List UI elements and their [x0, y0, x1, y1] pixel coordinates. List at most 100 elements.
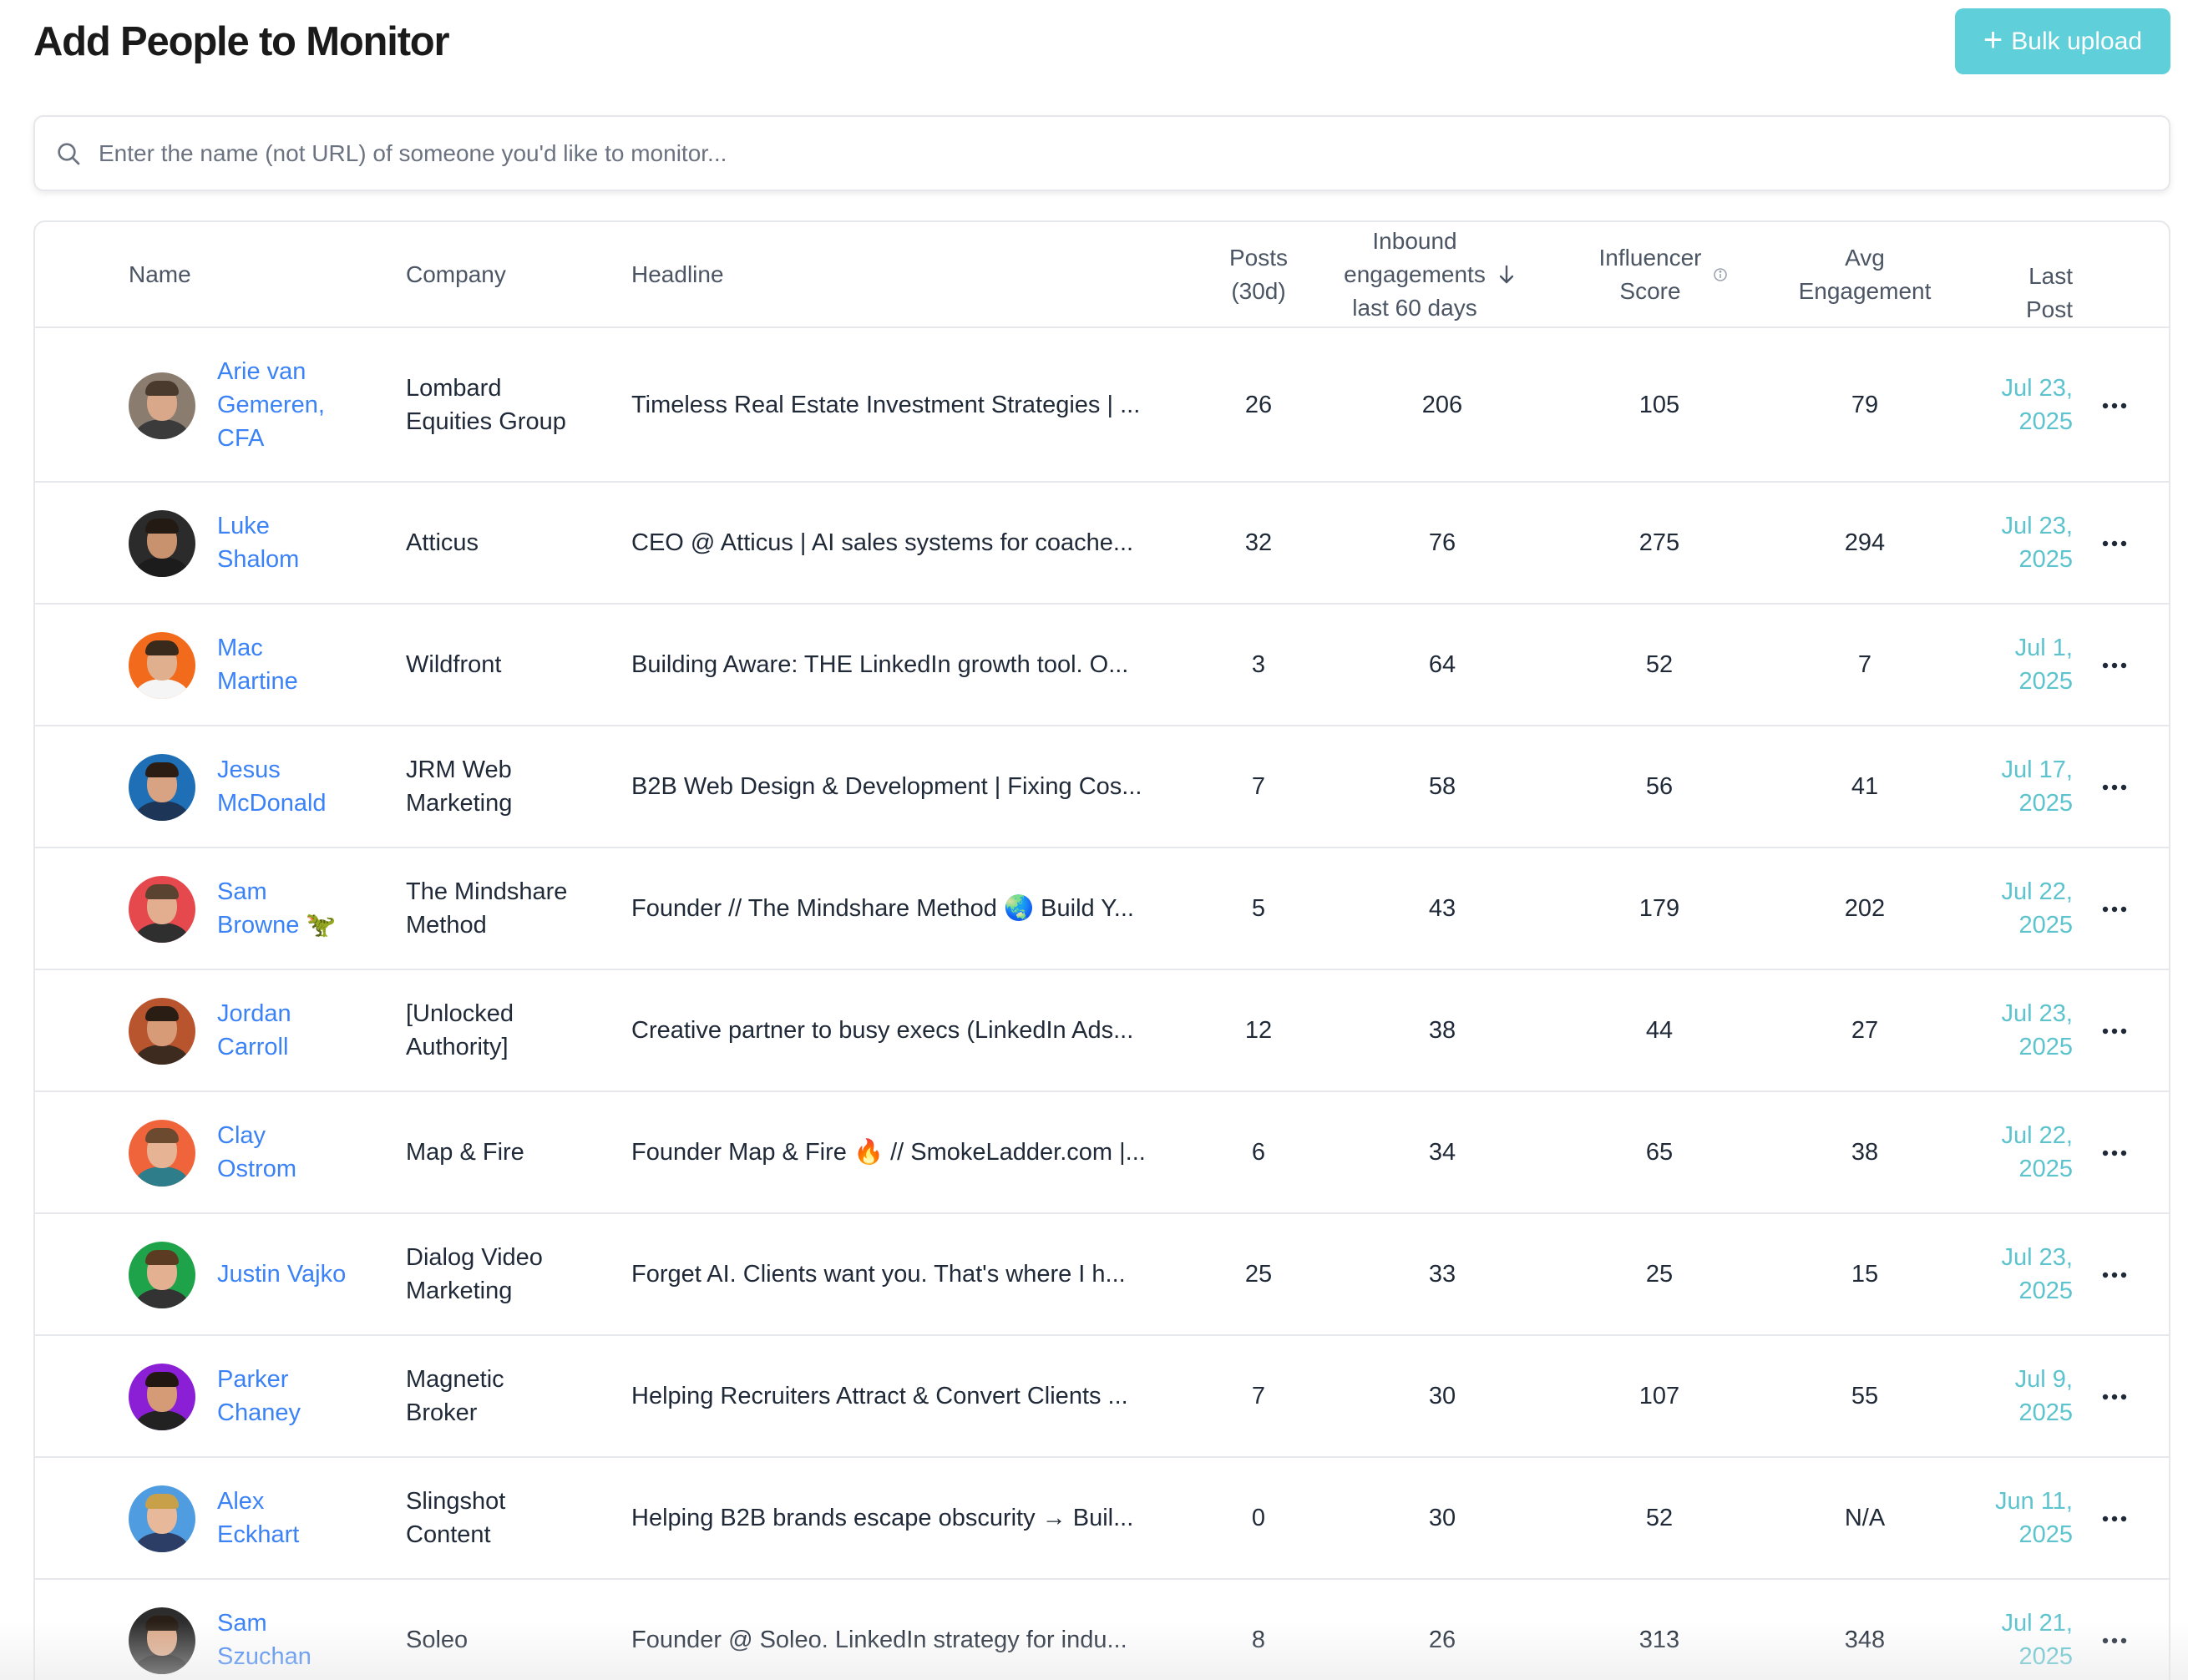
last-post-date-line[interactable]: 2025 [2002, 1030, 2073, 1064]
column-header-inbound[interactable]: Inbound engagements last 60 days [1304, 222, 1555, 326]
person-name-line[interactable]: Chaney [217, 1396, 301, 1430]
last-post-date-line[interactable]: 2025 [2002, 787, 2073, 820]
last-post-date-line[interactable]: 2025 [2002, 1152, 2073, 1186]
last-post-date-line[interactable]: Jul 23, [2002, 372, 2073, 405]
table-row[interactable]: Alex Eckhart Slingshot Content Helping B2B b… [35, 1458, 2169, 1580]
last-post-date-line[interactable]: 2025 [2002, 405, 2073, 438]
last-post-date-line[interactable]: Jul 9, [2015, 1363, 2073, 1396]
last-post-date-link[interactable]: Jul 22, 2025 [1956, 848, 2073, 969]
avatar[interactable] [129, 876, 195, 943]
person-name-link[interactable]: Sam Szuchan [217, 1580, 384, 1680]
last-post-date-line[interactable]: 2025 [2002, 543, 2073, 576]
last-post-date-link[interactable]: Jul 23, 2025 [1956, 1214, 2073, 1334]
column-header-influencer[interactable]: Influencer Score [1555, 222, 1772, 326]
person-name-line[interactable]: Alex [217, 1485, 299, 1518]
person-name-line[interactable]: Carroll [217, 1030, 291, 1064]
person-name-line[interactable]: Eckhart [217, 1518, 299, 1551]
person-name-link[interactable]: Justin Vajko [217, 1214, 384, 1334]
last-post-date-link[interactable]: Jul 22, 2025 [1956, 1092, 2073, 1212]
person-name-link[interactable]: Jordan Carroll [217, 970, 384, 1090]
person-name-line[interactable]: Shalom [217, 543, 299, 576]
person-name-line[interactable]: Ostrom [217, 1152, 296, 1186]
person-name-link[interactable]: Luke Shalom [217, 483, 384, 603]
person-name-line[interactable]: Szuchan [217, 1640, 311, 1673]
more-options-icon[interactable] [2098, 1136, 2131, 1170]
avatar[interactable] [129, 510, 195, 577]
avatar[interactable] [129, 632, 195, 699]
last-post-date-line[interactable]: 2025 [2002, 1640, 2073, 1673]
person-name-link[interactable]: Arie van Gemeren, CFA [217, 328, 384, 481]
person-name-line[interactable]: Sam [217, 875, 337, 908]
column-header-avg-engagement[interactable]: Avg Engagement [1769, 222, 1961, 326]
last-post-date-line[interactable]: Jul 23, [2002, 509, 2073, 543]
avatar[interactable] [129, 998, 195, 1065]
last-post-date-line[interactable]: Jul 23, [2002, 997, 2073, 1030]
last-post-date-link[interactable]: Jun 11, 2025 [1956, 1458, 2073, 1578]
person-name-link[interactable]: Clay Ostrom [217, 1092, 384, 1212]
last-post-date-link[interactable]: Jul 23, 2025 [1956, 970, 2073, 1090]
more-options-icon[interactable] [2098, 893, 2131, 926]
last-post-date-line[interactable]: Jul 1, [2015, 631, 2073, 665]
avatar[interactable] [129, 1120, 195, 1187]
search-bar[interactable] [33, 115, 2170, 191]
avatar[interactable] [129, 1607, 195, 1674]
person-name-link[interactable]: Jesus McDonald [217, 726, 384, 847]
table-row[interactable]: Sam Szuchan Soleo Founder @ Soleo. LinkedIn… [35, 1580, 2169, 1680]
column-header-headline[interactable]: Headline [631, 222, 724, 326]
person-name-line[interactable]: Martine [217, 665, 298, 698]
person-name-line[interactable]: Gemeren, [217, 388, 325, 422]
more-options-icon[interactable] [2098, 527, 2131, 560]
info-circle-icon[interactable] [1713, 267, 1728, 282]
person-name-line[interactable]: Jesus [217, 753, 327, 787]
person-name-line[interactable]: Clay [217, 1119, 296, 1152]
table-row[interactable]: Mac Martine Wildfront Building Aware: THE L… [35, 605, 2169, 726]
last-post-date-line[interactable]: 2025 [2002, 908, 2073, 942]
person-name-line[interactable]: Sam [217, 1607, 311, 1640]
last-post-date-line[interactable]: 2025 [2015, 665, 2073, 698]
more-options-icon[interactable] [2098, 1015, 2131, 1048]
last-post-date-link[interactable]: Jul 9, 2025 [1956, 1336, 2073, 1456]
column-header-last-post[interactable]: Last Post [1956, 222, 2073, 326]
table-row[interactable]: Justin Vajko Dialog Video Marketing Forget … [35, 1214, 2169, 1336]
avatar[interactable] [129, 372, 195, 439]
more-options-icon[interactable] [2098, 1502, 2131, 1536]
table-row[interactable]: Sam Browne 🦖 The Mindshare Method Founder //… [35, 848, 2169, 970]
last-post-date-line[interactable]: 2025 [2002, 1274, 2073, 1308]
person-name-line[interactable]: Browne 🦖 [217, 908, 337, 942]
last-post-date-link[interactable]: Jul 21, 2025 [1956, 1580, 2073, 1680]
last-post-date-line[interactable]: Jun 11, [1995, 1485, 2073, 1518]
last-post-date-link[interactable]: Jul 1, 2025 [1956, 605, 2073, 725]
person-name-line[interactable]: Jordan [217, 997, 291, 1030]
table-row[interactable]: Clay Ostrom Map & Fire Founder Map & Fire 🔥… [35, 1092, 2169, 1214]
last-post-date-line[interactable]: Jul 17, [2002, 753, 2073, 787]
table-row[interactable]: Parker Chaney Magnetic Broker Helping Recrui… [35, 1336, 2169, 1458]
table-row[interactable]: Jordan Carroll [Unlocked Authority] Creative… [35, 970, 2169, 1092]
person-name-line[interactable]: CFA [217, 422, 325, 455]
last-post-date-line[interactable]: Jul 23, [2002, 1241, 2073, 1274]
person-name-line[interactable]: Mac [217, 631, 298, 665]
avatar[interactable] [129, 1485, 195, 1552]
table-row[interactable]: Luke Shalom Atticus CEO @ Atticus | AI sale… [35, 483, 2169, 605]
last-post-date-line[interactable]: 2025 [2015, 1396, 2073, 1430]
person-name-line[interactable]: Justin Vajko [217, 1257, 346, 1291]
avatar[interactable] [129, 754, 195, 821]
table-row[interactable]: Jesus McDonald JRM Web Marketing B2B Web Des… [35, 726, 2169, 848]
avatar[interactable] [129, 1242, 195, 1308]
person-name-link[interactable]: Sam Browne 🦖 [217, 848, 384, 969]
last-post-date-line[interactable]: Jul 22, [2002, 1119, 2073, 1152]
table-row[interactable]: Arie van Gemeren, CFA Lombard Equities Group… [35, 328, 2169, 483]
more-options-icon[interactable] [2098, 1624, 2131, 1657]
last-post-date-line[interactable]: 2025 [1995, 1518, 2073, 1551]
more-options-icon[interactable] [2098, 649, 2131, 682]
column-header-company[interactable]: Company [406, 222, 506, 326]
person-name-line[interactable]: Luke [217, 509, 299, 543]
person-name-link[interactable]: Parker Chaney [217, 1336, 384, 1456]
last-post-date-link[interactable]: Jul 23, 2025 [1956, 328, 2073, 481]
search-input[interactable] [99, 139, 2103, 167]
more-options-icon[interactable] [2098, 1258, 2131, 1292]
last-post-date-line[interactable]: Jul 21, [2002, 1607, 2073, 1640]
person-name-line[interactable]: Arie van [217, 355, 325, 388]
last-post-date-line[interactable]: Jul 22, [2002, 875, 2073, 908]
more-options-icon[interactable] [2098, 771, 2131, 804]
avatar[interactable] [129, 1364, 195, 1430]
